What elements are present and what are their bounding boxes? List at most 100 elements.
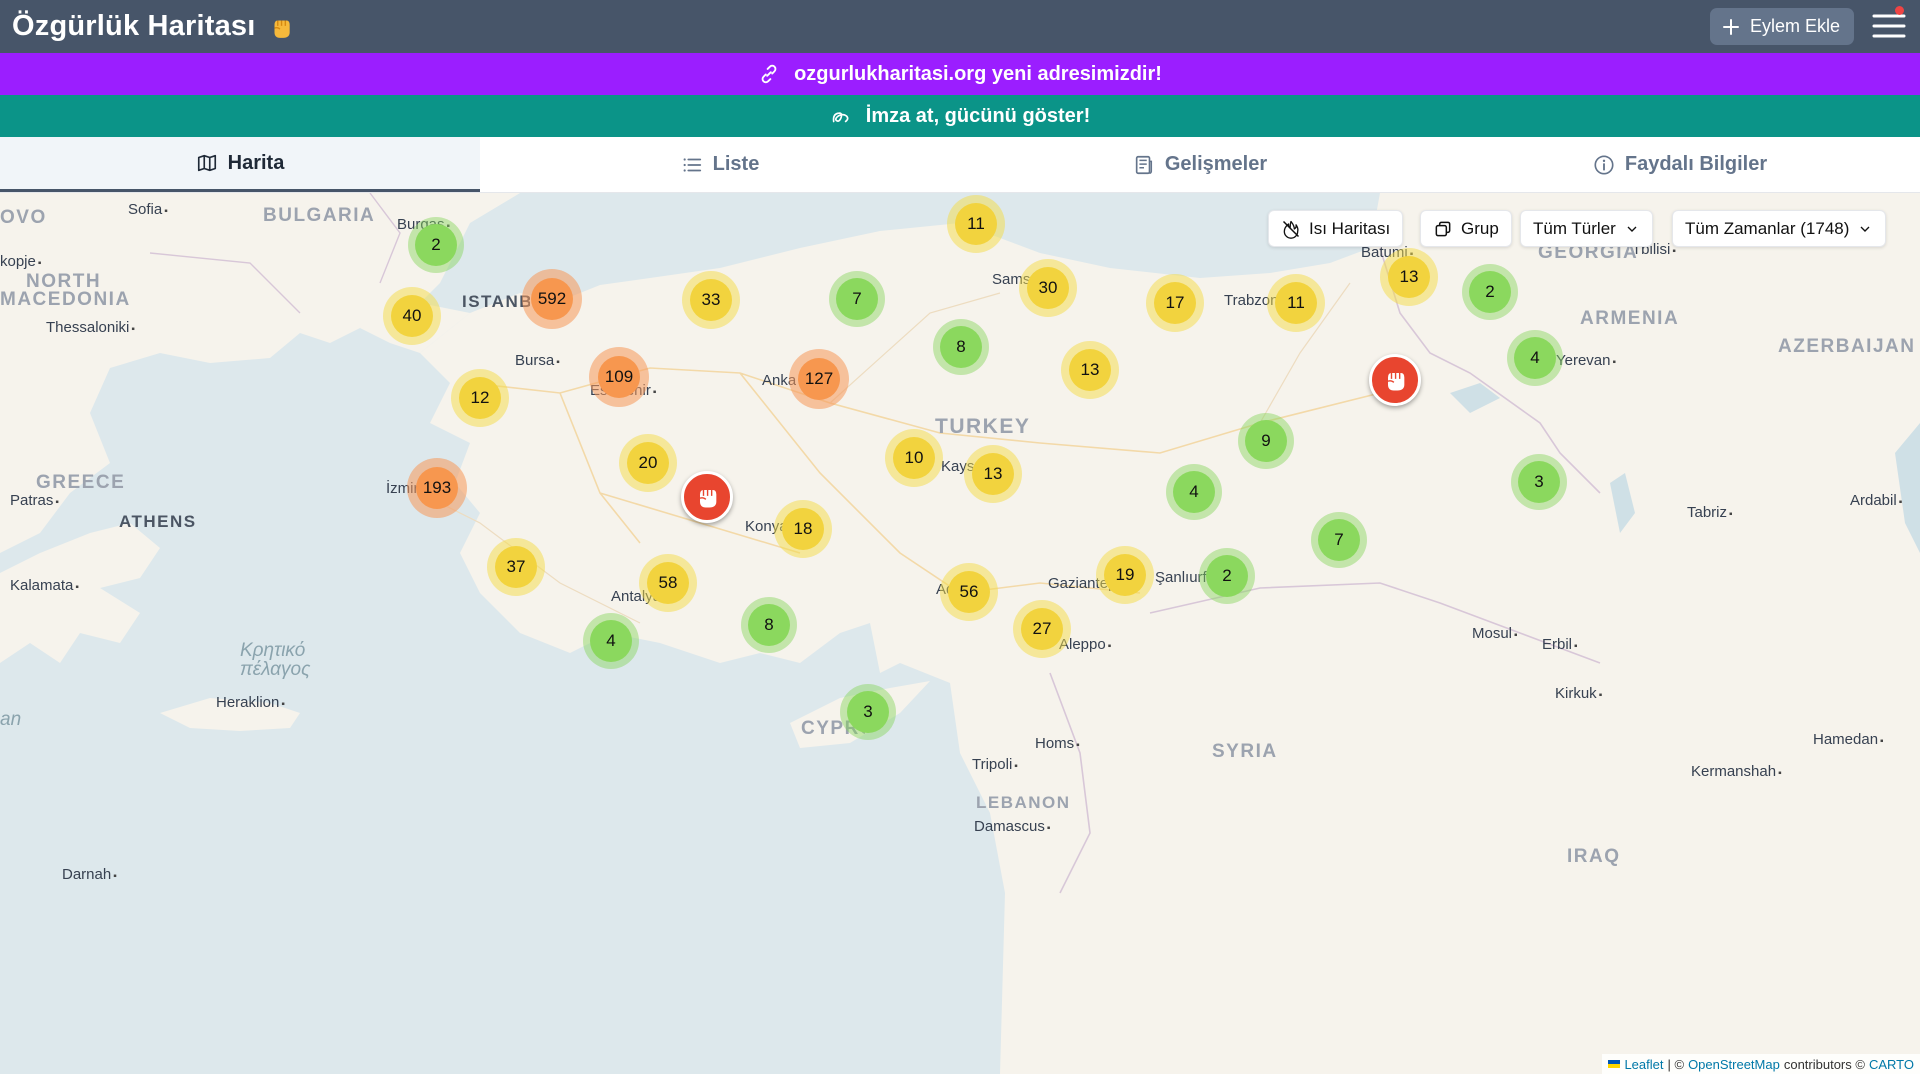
leaflet-link[interactable]: Leaflet [1624,1057,1663,1072]
event-cluster[interactable]: 7 [1311,512,1367,568]
event-cluster[interactable]: 30 [1019,259,1077,317]
cluster-count: 13 [1069,349,1111,391]
protest-marker[interactable] [1369,354,1421,406]
tab-map-label: Harita [227,151,285,174]
cluster-count: 592 [531,278,573,320]
map-label-hamedan: Hamedan [1813,731,1884,748]
map-label-erbil: Erbil [1542,636,1578,653]
map-icon [197,154,216,172]
cluster-count: 109 [598,356,640,398]
type-filter-value: Tüm Türler [1533,218,1616,238]
add-action-button[interactable]: Eylem Ekle [1709,8,1854,45]
event-cluster[interactable]: 2 [408,217,464,273]
cluster-count: 40 [391,295,433,337]
event-cluster[interactable]: 40 [383,287,441,345]
raised-fist-icon [1387,373,1405,391]
cluster-count: 30 [1027,267,1069,309]
cluster-count: 4 [1514,337,1556,379]
app-title[interactable]: Özgürlük Haritası [12,10,256,43]
event-cluster[interactable]: 592 [522,269,582,329]
cluster-count: 7 [1318,519,1360,561]
map-label-kirkuk: Kirkuk [1555,685,1602,702]
event-cluster[interactable]: 8 [933,319,989,375]
tab-useful-info[interactable]: Faydalı Bilgiler [1440,137,1920,192]
event-cluster[interactable]: 3 [840,684,896,740]
map-label-lebanon: LEBANON [976,793,1071,812]
event-cluster[interactable]: 4 [1507,330,1563,386]
cluster-count: 8 [748,604,790,646]
flame-off-icon [1282,220,1300,239]
event-cluster[interactable]: 13 [1380,248,1438,306]
tab-developments[interactable]: Gelişmeler [960,137,1440,192]
event-cluster[interactable]: 193 [407,458,467,518]
map-label-skopje: kopje [0,253,41,270]
copy-icon [1435,221,1451,236]
cluster-count: 9 [1245,420,1287,462]
map-view[interactable]: OVO Sofia BULGARIA Burgas kopje NORTH MA… [0,193,1920,1074]
cluster-count: 17 [1154,282,1196,324]
heatmap-toggle[interactable]: Isı Haritası [1268,210,1404,247]
group-toggle[interactable]: Grup [1420,210,1512,247]
map-label-syria: SYRIA [1212,741,1278,762]
osm-link[interactable]: OpenStreetMap [1688,1057,1780,1072]
event-cluster[interactable]: 27 [1013,600,1071,658]
event-cluster[interactable]: 10 [885,429,943,487]
event-cluster[interactable]: 2 [1199,548,1255,604]
hamburger-menu-button[interactable] [1872,11,1906,41]
tab-developments-label: Gelişmeler [1164,153,1268,175]
petition-banner[interactable]: İmza at, gücünü göster! [0,95,1920,137]
address-banner[interactable]: ozgurlukharitasi.org yeni adresimizdir! [0,53,1920,95]
cluster-count: 27 [1021,608,1063,650]
event-cluster[interactable]: 3 [1511,454,1567,510]
type-filter-select[interactable]: Tüm Türler [1520,210,1653,247]
cluster-count: 4 [590,620,632,662]
map-label-homs: Homs [1035,735,1080,752]
event-cluster[interactable]: 20 [619,434,677,492]
map-label-bursa: Bursa [515,352,560,369]
event-cluster[interactable]: 4 [1166,464,1222,520]
cluster-count: 13 [1388,256,1430,298]
event-cluster[interactable]: 37 [487,538,545,596]
tab-map[interactable]: Harita [0,137,480,192]
list-icon [683,157,701,172]
app-root: Özgürlük Haritası Eylem Ekle ozgurlukhar… [0,0,1920,1074]
event-cluster[interactable]: 4 [583,613,639,669]
carto-link[interactable]: CARTO [1869,1057,1914,1072]
cluster-count: 8 [940,326,982,368]
event-cluster[interactable]: 7 [829,271,885,327]
map-label-iraq: IRAQ [1567,846,1621,867]
add-action-label: Eylem Ekle [1749,16,1840,36]
event-cluster[interactable]: 18 [774,500,832,558]
tab-useful-info-label: Faydalı Bilgiler [1624,153,1768,175]
event-cluster[interactable]: 56 [940,563,998,621]
map-label-darnah: Darnah [62,866,117,883]
map-label-kermanshah: Kermanshah [1691,763,1782,780]
heatmap-label: Isı Haritası [1309,218,1391,238]
petition-banner-text: İmza at, gücünü göster! [865,104,1091,127]
event-cluster[interactable]: 58 [639,554,697,612]
map-label-damascus: Damascus [974,818,1050,835]
event-cluster[interactable]: 13 [1061,341,1119,399]
plus-icon [1722,18,1739,35]
event-cluster[interactable]: 11 [1267,274,1325,332]
cluster-count: 37 [495,546,537,588]
event-cluster[interactable]: 19 [1096,546,1154,604]
news-icon [1135,155,1152,174]
event-cluster[interactable]: 2 [1462,264,1518,320]
map-label-ardabil: Ardabil [1850,492,1902,509]
event-cluster[interactable]: 109 [589,347,649,407]
event-cluster[interactable]: 13 [964,445,1022,503]
event-cluster[interactable]: 9 [1238,413,1294,469]
time-filter-value: Tüm Zamanlar (1748) [1685,218,1850,238]
event-cluster[interactable]: 8 [741,597,797,653]
time-filter-select[interactable]: Tüm Zamanlar (1748) [1672,210,1887,247]
event-cluster[interactable]: 127 [789,349,849,409]
tab-list[interactable]: Liste [480,137,960,192]
ukraine-flag-icon [1608,1060,1621,1068]
protest-marker[interactable] [681,471,733,523]
event-cluster[interactable]: 33 [682,271,740,329]
event-cluster[interactable]: 17 [1146,274,1204,332]
cluster-count: 33 [690,279,732,321]
event-cluster[interactable]: 12 [451,369,509,427]
event-cluster[interactable]: 11 [947,195,1005,253]
